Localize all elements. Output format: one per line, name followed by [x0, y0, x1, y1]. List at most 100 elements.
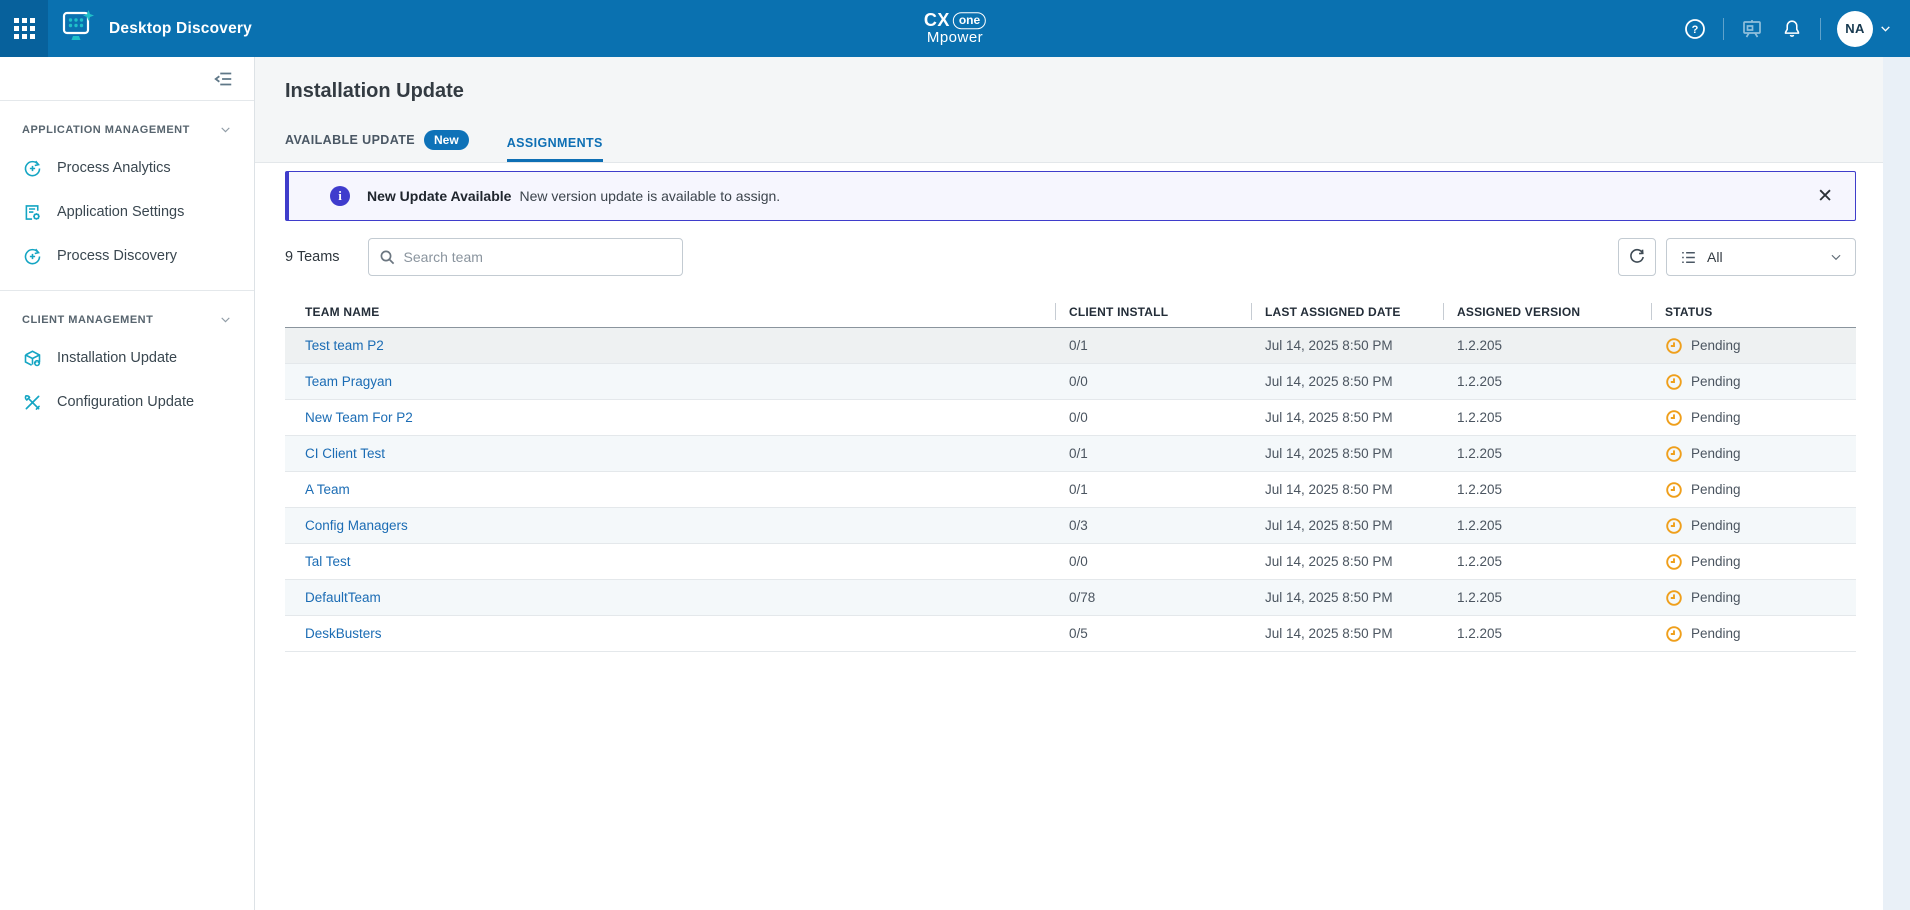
- page-title: Installation Update: [285, 80, 1856, 103]
- assigned-version-cell: 1.2.205: [1443, 518, 1651, 533]
- table-row: Config Managers 0/3 Jul 14, 2025 8:50 PM…: [285, 508, 1856, 544]
- team-name-link[interactable]: DeskBusters: [305, 626, 382, 641]
- client-install-cell: 0/0: [1055, 554, 1251, 569]
- process-analytics-icon: [22, 158, 43, 179]
- client-install-cell: 0/1: [1055, 338, 1251, 353]
- team-name-link[interactable]: New Team For P2: [305, 410, 413, 425]
- client-install-cell: 0/0: [1055, 410, 1251, 425]
- sidebar-item-process-analytics[interactable]: Process Analytics: [0, 146, 254, 190]
- team-name-link[interactable]: Team Pragyan: [305, 374, 392, 389]
- filter-value: All: [1707, 249, 1723, 265]
- last-assigned-date-cell: Jul 14, 2025 8:50 PM: [1251, 482, 1443, 497]
- sidebar-item-label: Application Settings: [57, 204, 184, 220]
- close-icon[interactable]: ✕: [1817, 187, 1833, 206]
- search-icon: [379, 249, 396, 266]
- avatar: NA: [1837, 11, 1873, 47]
- client-install-cell: 0/5: [1055, 626, 1251, 641]
- team-name-link[interactable]: Tal Test: [305, 554, 351, 569]
- pending-clock-icon: [1665, 409, 1683, 427]
- section-client-management[interactable]: CLIENT MANAGEMENT: [0, 291, 254, 336]
- table-row: DefaultTeam 0/78 Jul 14, 2025 8:50 PM 1.…: [285, 580, 1856, 616]
- column-header-team-name: TEAM NAME: [285, 296, 1055, 327]
- header-divider: [1723, 18, 1724, 40]
- header-divider: [1820, 18, 1821, 40]
- status-cell: Pending: [1651, 481, 1856, 499]
- chevron-down-icon: [1829, 250, 1843, 264]
- chevron-down-icon: [1879, 22, 1892, 35]
- status-label: Pending: [1691, 374, 1741, 389]
- team-name-link[interactable]: A Team: [305, 482, 350, 497]
- status-cell: Pending: [1651, 445, 1856, 463]
- cxone-mpower-logo: CX one Mpower: [924, 11, 986, 47]
- app-launcher-icon: [14, 18, 35, 39]
- main-content: Installation Update AVAILABLE UPDATE New…: [255, 57, 1883, 910]
- tab-available-update[interactable]: AVAILABLE UPDATE New: [285, 130, 469, 162]
- section-label: CLIENT MANAGEMENT: [22, 314, 153, 326]
- bell-icon[interactable]: [1780, 17, 1804, 41]
- pending-clock-icon: [1665, 625, 1683, 643]
- pending-clock-icon: [1665, 481, 1683, 499]
- last-assigned-date-cell: Jul 14, 2025 8:50 PM: [1251, 446, 1443, 461]
- installation-update-icon: [22, 348, 43, 369]
- status-label: Pending: [1691, 446, 1741, 461]
- assigned-version-cell: 1.2.205: [1443, 626, 1651, 641]
- search-box: [368, 238, 683, 276]
- pending-clock-icon: [1665, 517, 1683, 535]
- sidebar-item-installation-update[interactable]: Installation Update: [0, 336, 254, 380]
- team-name-link[interactable]: CI Client Test: [305, 446, 385, 461]
- pending-clock-icon: [1665, 337, 1683, 355]
- sidebar-item-process-discovery[interactable]: Process Discovery: [0, 234, 254, 278]
- status-cell: Pending: [1651, 625, 1856, 643]
- top-header: Desktop Discovery CX one Mpower ? NA: [0, 0, 1910, 57]
- collapse-sidebar-icon[interactable]: [212, 68, 234, 90]
- table-row: CI Client Test 0/1 Jul 14, 2025 8:50 PM …: [285, 436, 1856, 472]
- last-assigned-date-cell: Jul 14, 2025 8:50 PM: [1251, 410, 1443, 425]
- last-assigned-date-cell: Jul 14, 2025 8:50 PM: [1251, 590, 1443, 605]
- desktop-discovery-logo-icon: [60, 9, 96, 48]
- table-row: DeskBusters 0/5 Jul 14, 2025 8:50 PM 1.2…: [285, 616, 1856, 652]
- table-row: Team Pragyan 0/0 Jul 14, 2025 8:50 PM 1.…: [285, 364, 1856, 400]
- sidebar-item-configuration-update[interactable]: Configuration Update: [0, 380, 254, 424]
- status-label: Pending: [1691, 518, 1741, 533]
- scrollbar-track[interactable]: [1883, 57, 1910, 910]
- help-icon[interactable]: ?: [1683, 17, 1707, 41]
- tab-assignments[interactable]: ASSIGNMENTS: [507, 136, 603, 162]
- filter-dropdown[interactable]: All: [1666, 238, 1856, 276]
- refresh-button[interactable]: [1618, 238, 1656, 276]
- pending-clock-icon: [1665, 553, 1683, 571]
- banner-message: New version update is available to assig…: [519, 188, 780, 204]
- tab-bar: AVAILABLE UPDATE New ASSIGNMENTS: [285, 130, 1856, 162]
- table-row: A Team 0/1 Jul 14, 2025 8:50 PM 1.2.205 …: [285, 472, 1856, 508]
- section-application-management[interactable]: APPLICATION MANAGEMENT: [0, 101, 254, 146]
- sidebar-item-application-settings[interactable]: Application Settings: [0, 190, 254, 234]
- assigned-version-cell: 1.2.205: [1443, 590, 1651, 605]
- presentation-icon[interactable]: [1740, 17, 1764, 41]
- assigned-version-cell: 1.2.205: [1443, 482, 1651, 497]
- last-assigned-date-cell: Jul 14, 2025 8:50 PM: [1251, 554, 1443, 569]
- assigned-version-cell: 1.2.205: [1443, 338, 1651, 353]
- status-cell: Pending: [1651, 553, 1856, 571]
- table-row: Test team P2 0/1 Jul 14, 2025 8:50 PM 1.…: [285, 328, 1856, 364]
- status-label: Pending: [1691, 410, 1741, 425]
- sidebar-item-label: Installation Update: [57, 350, 177, 366]
- team-name-link[interactable]: DefaultTeam: [305, 590, 381, 605]
- logo-one-bubble: one: [953, 12, 986, 29]
- search-input[interactable]: [404, 249, 672, 265]
- last-assigned-date-cell: Jul 14, 2025 8:50 PM: [1251, 374, 1443, 389]
- app-launcher-button[interactable]: [0, 0, 48, 57]
- team-name-link[interactable]: Config Managers: [305, 518, 408, 533]
- svg-text:?: ?: [1692, 24, 1699, 36]
- column-header-last-assigned-date: LAST ASSIGNED DATE: [1251, 296, 1443, 327]
- status-label: Pending: [1691, 590, 1741, 605]
- sidebar: APPLICATION MANAGEMENT Process Analytics: [0, 57, 255, 910]
- process-discovery-icon: [22, 246, 43, 267]
- assigned-version-cell: 1.2.205: [1443, 410, 1651, 425]
- table-body: Test team P2 0/1 Jul 14, 2025 8:50 PM 1.…: [285, 328, 1856, 652]
- assigned-version-cell: 1.2.205: [1443, 554, 1651, 569]
- user-menu[interactable]: NA: [1837, 11, 1892, 47]
- client-install-cell: 0/1: [1055, 446, 1251, 461]
- configuration-update-icon: [22, 392, 43, 413]
- logo-mpower-text: Mpower: [924, 30, 986, 46]
- team-name-link[interactable]: Test team P2: [305, 338, 384, 353]
- team-count: 9 Teams: [285, 249, 340, 265]
